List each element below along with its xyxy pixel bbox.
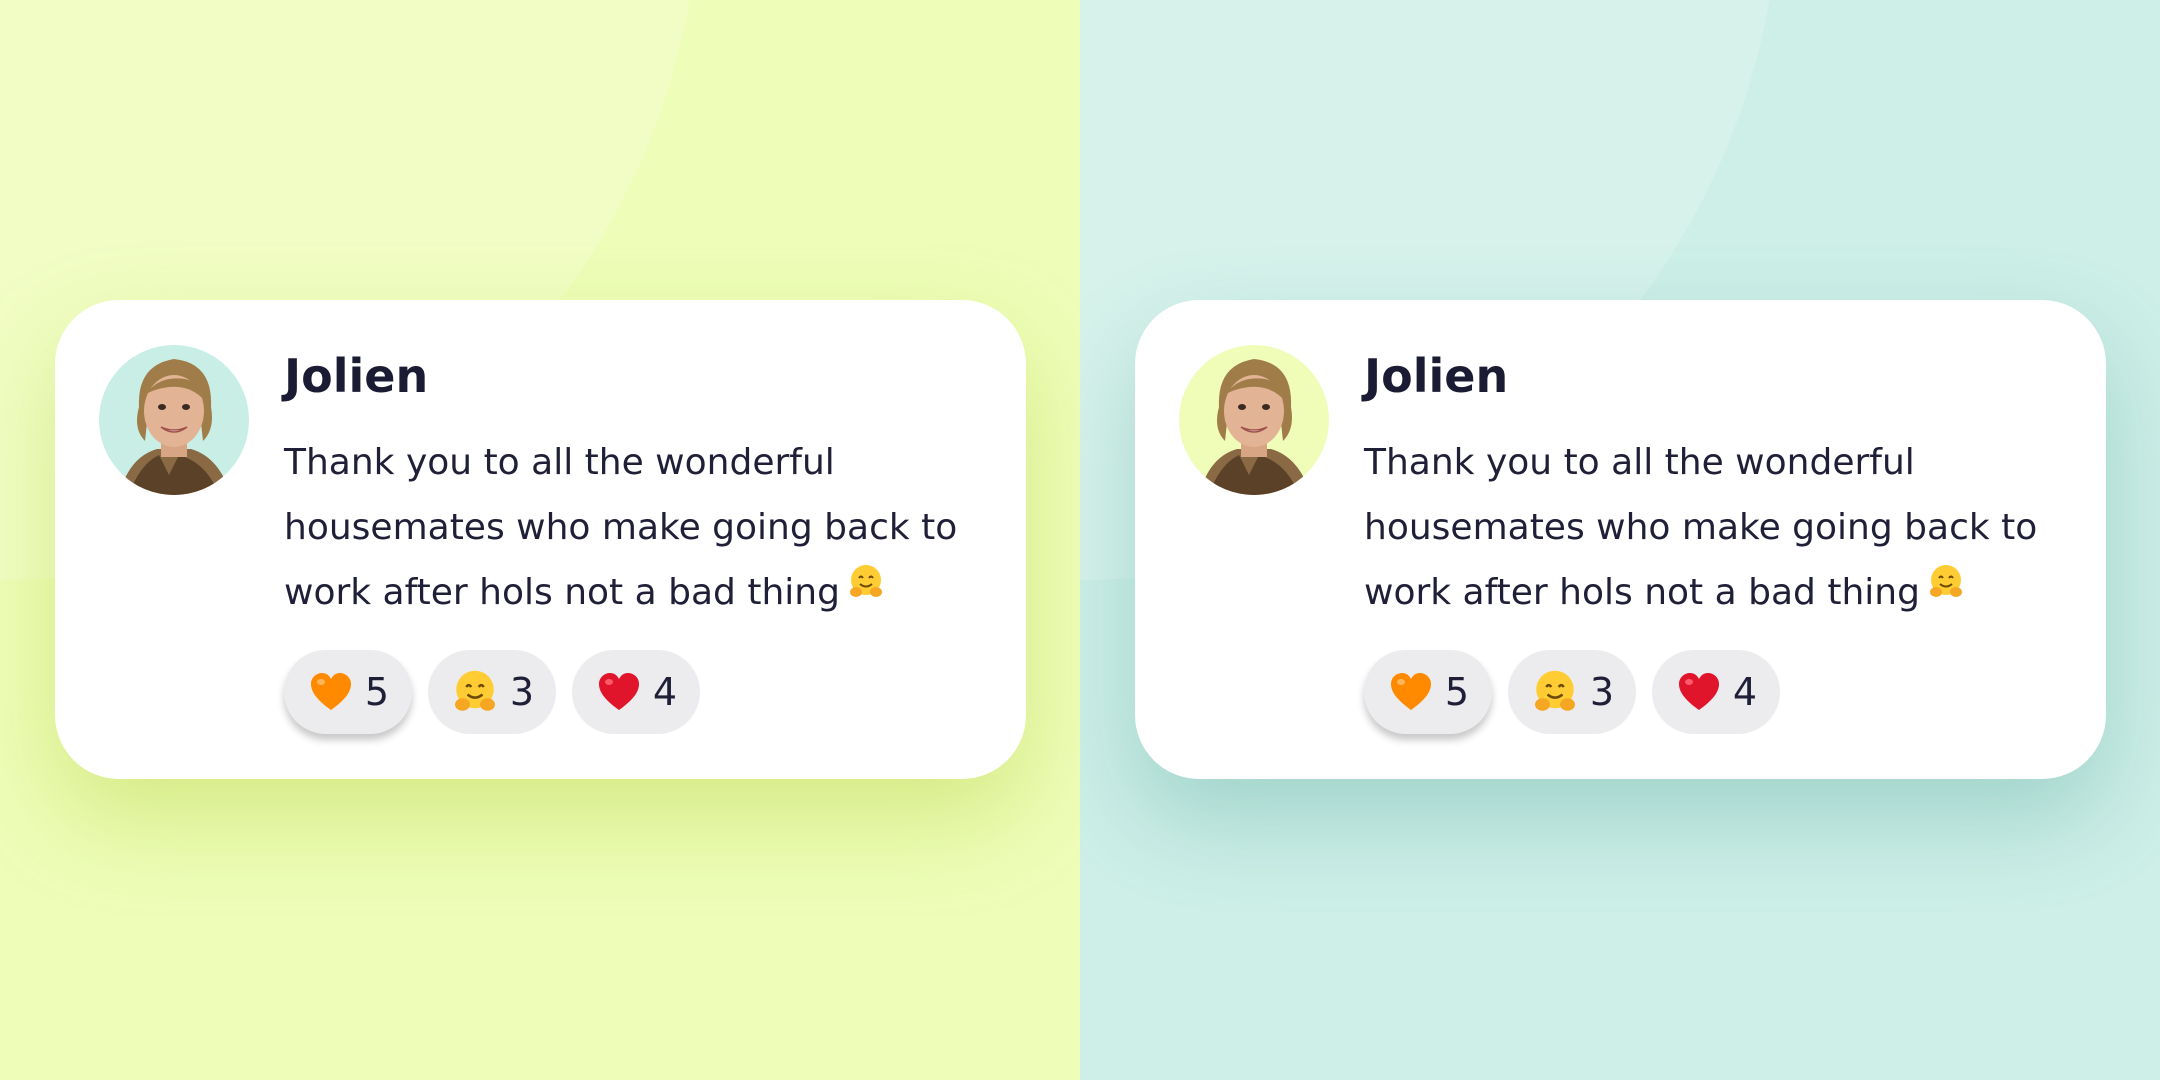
hugging-face-icon (1926, 558, 1966, 623)
reaction-red-heart[interactable]: 4 (572, 650, 700, 734)
reaction-hugging-face[interactable]: 3 (428, 650, 556, 734)
author-name: Jolien (284, 349, 429, 403)
reaction-count: 5 (1444, 670, 1470, 714)
reactions-bar: 5 3 4 (284, 650, 700, 734)
hugging-face-icon (846, 558, 886, 623)
avatar[interactable] (99, 345, 249, 495)
reaction-count: 4 (652, 670, 678, 714)
reaction-orange-heart[interactable]: 5 (284, 650, 412, 734)
red-heart-icon (1675, 668, 1723, 716)
reaction-count: 4 (1732, 670, 1758, 714)
avatar[interactable] (1179, 345, 1329, 495)
reaction-count: 3 (509, 670, 535, 714)
author-name: Jolien (1364, 349, 1509, 403)
orange-heart-icon (307, 668, 355, 716)
red-heart-icon (595, 668, 643, 716)
post-message: Thank you to all the wonderful housemate… (1364, 430, 2064, 627)
reaction-red-heart[interactable]: 4 (1652, 650, 1780, 734)
reaction-hugging-face[interactable]: 3 (1508, 650, 1636, 734)
reactions-bar: 5 3 4 (1364, 650, 1780, 734)
hugging-face-icon (450, 667, 500, 717)
panel-mint: Jolien Thank you to all the wonderful ho… (1080, 0, 2160, 1080)
panel-lime: Jolien Thank you to all the wonderful ho… (0, 0, 1080, 1080)
post-card: Jolien Thank you to all the wonderful ho… (55, 300, 1026, 779)
reaction-count: 5 (364, 670, 390, 714)
reaction-count: 3 (1589, 670, 1615, 714)
orange-heart-icon (1387, 668, 1435, 716)
reaction-orange-heart[interactable]: 5 (1364, 650, 1492, 734)
post-message: Thank you to all the wonderful housemate… (284, 430, 984, 627)
post-card: Jolien Thank you to all the wonderful ho… (1135, 300, 2106, 779)
hugging-face-icon (1530, 667, 1580, 717)
